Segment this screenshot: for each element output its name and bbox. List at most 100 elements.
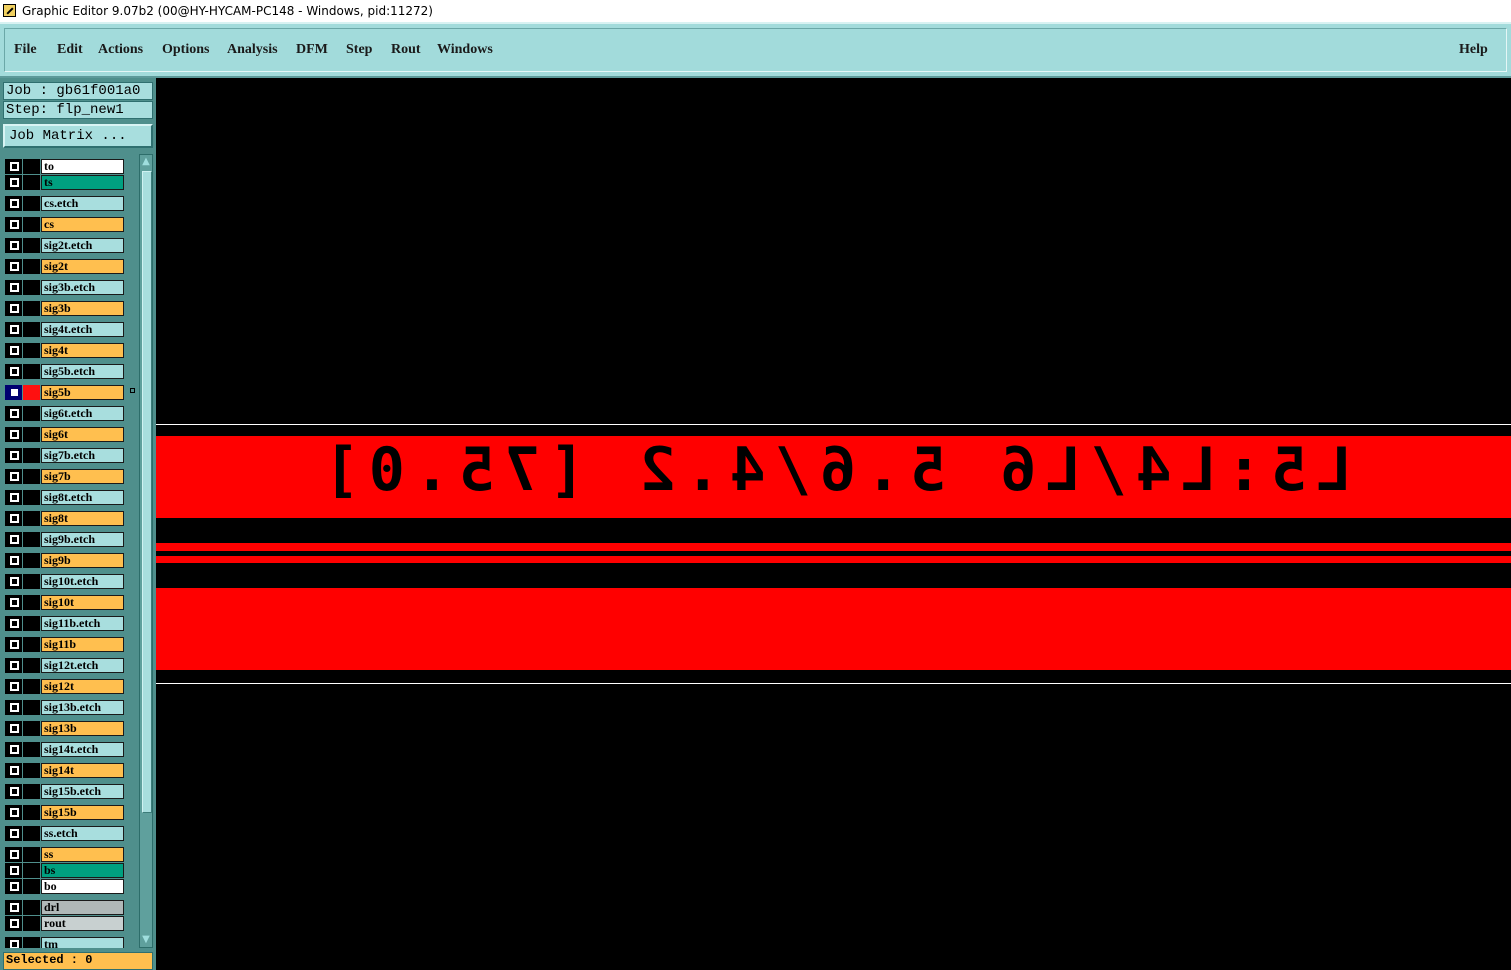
layer-checkbox[interactable] xyxy=(5,196,22,211)
layer-checkbox[interactable] xyxy=(5,280,22,295)
layer-name[interactable]: sig2t.etch xyxy=(41,238,124,253)
work-layer-indicator[interactable] xyxy=(23,937,40,948)
work-layer-indicator[interactable] xyxy=(23,784,40,799)
menu-help[interactable]: Help xyxy=(1459,42,1488,58)
work-layer-indicator[interactable] xyxy=(23,658,40,673)
layer-checkbox[interactable] xyxy=(5,847,22,862)
layer-row[interactable]: sig8t xyxy=(3,510,137,528)
work-layer-indicator[interactable] xyxy=(23,490,40,505)
layer-name[interactable]: sig12t xyxy=(41,679,124,694)
work-layer-indicator[interactable] xyxy=(23,595,40,610)
layer-name[interactable]: sig13b xyxy=(41,721,124,736)
layer-checkbox[interactable] xyxy=(5,937,22,948)
layer-checkbox[interactable] xyxy=(5,532,22,547)
layer-checkbox[interactable] xyxy=(5,238,22,253)
work-layer-indicator[interactable] xyxy=(23,847,40,862)
layer-name[interactable]: sig10t.etch xyxy=(41,574,124,589)
layer-row[interactable]: sig10t xyxy=(3,594,137,612)
layer-checkbox[interactable] xyxy=(5,574,22,589)
layer-row[interactable]: sig9b xyxy=(3,552,137,570)
layer-checkbox[interactable] xyxy=(5,553,22,568)
layer-row[interactable]: rout xyxy=(3,915,137,933)
layer-list-scrollbar[interactable]: ▲ ▼ xyxy=(139,154,153,948)
layer-checkbox[interactable] xyxy=(5,159,22,174)
layer-name[interactable]: sig5b.etch xyxy=(41,364,124,379)
layer-checkbox[interactable] xyxy=(5,406,22,421)
layer-row[interactable]: sig14t.etch xyxy=(3,741,137,759)
work-layer-indicator[interactable] xyxy=(23,721,40,736)
work-layer-indicator[interactable] xyxy=(23,679,40,694)
layer-name[interactable]: bo xyxy=(41,879,124,894)
layer-checkbox[interactable] xyxy=(5,217,22,232)
work-layer-indicator[interactable] xyxy=(23,322,40,337)
layer-checkbox[interactable] xyxy=(5,175,22,190)
layer-checkbox[interactable] xyxy=(5,658,22,673)
work-layer-indicator[interactable] xyxy=(23,196,40,211)
menu-file[interactable]: File xyxy=(14,42,37,58)
job-matrix-button[interactable]: Job Matrix ... xyxy=(3,124,153,148)
work-layer-indicator[interactable] xyxy=(23,553,40,568)
layer-row[interactable]: cs xyxy=(3,216,137,234)
layer-name[interactable]: sig9b.etch xyxy=(41,532,124,547)
layer-checkbox[interactable] xyxy=(5,700,22,715)
layer-row[interactable]: sig2t xyxy=(3,258,137,276)
layer-checkbox[interactable] xyxy=(5,763,22,778)
layer-row[interactable]: sig5b.etch xyxy=(3,363,137,381)
work-layer-indicator[interactable] xyxy=(23,863,40,878)
layer-checkbox[interactable] xyxy=(5,595,22,610)
work-layer-indicator[interactable] xyxy=(23,427,40,442)
work-layer-indicator[interactable] xyxy=(23,879,40,894)
layer-name[interactable]: sig8t.etch xyxy=(41,490,124,505)
layer-name[interactable]: sig7b.etch xyxy=(41,448,124,463)
layer-checkbox[interactable] xyxy=(5,616,22,631)
layer-checkbox[interactable] xyxy=(5,448,22,463)
layer-row[interactable]: tm xyxy=(3,936,137,948)
work-layer-indicator[interactable] xyxy=(23,385,40,400)
work-layer-indicator[interactable] xyxy=(23,301,40,316)
layer-checkbox[interactable] xyxy=(5,805,22,820)
work-layer-indicator[interactable] xyxy=(23,238,40,253)
layer-checkbox[interactable] xyxy=(5,322,22,337)
layer-row[interactable]: sig15b.etch xyxy=(3,783,137,801)
layer-name[interactable]: cs.etch xyxy=(41,196,124,211)
work-layer-indicator[interactable] xyxy=(23,805,40,820)
layer-row[interactable]: sig14t xyxy=(3,762,137,780)
layer-name[interactable]: ss xyxy=(41,847,124,862)
work-layer-indicator[interactable] xyxy=(23,159,40,174)
menu-analysis[interactable]: Analysis xyxy=(227,42,278,58)
layer-checkbox[interactable] xyxy=(5,301,22,316)
scrollbar-thumb[interactable] xyxy=(142,171,152,813)
layer-row[interactable]: sig13b xyxy=(3,720,137,738)
layer-name[interactable]: sig7b xyxy=(41,469,124,484)
layer-checkbox[interactable] xyxy=(5,916,22,931)
layer-row[interactable]: sig4t xyxy=(3,342,137,360)
menu-dfm[interactable]: DFM xyxy=(296,42,328,58)
layer-row[interactable]: sig3b.etch xyxy=(3,279,137,297)
layer-name[interactable]: sig12t.etch xyxy=(41,658,124,673)
work-layer-indicator[interactable] xyxy=(23,532,40,547)
menu-options[interactable]: Options xyxy=(162,42,209,58)
layer-name[interactable]: sig6t.etch xyxy=(41,406,124,421)
layer-row[interactable]: sig6t.etch xyxy=(3,405,137,423)
work-layer-indicator[interactable] xyxy=(23,469,40,484)
layer-row[interactable]: sig13b.etch xyxy=(3,699,137,717)
work-layer-indicator[interactable] xyxy=(23,637,40,652)
layer-row[interactable]: sig5b xyxy=(3,384,137,402)
layer-checkbox[interactable] xyxy=(5,427,22,442)
layer-name[interactable]: sig11b.etch xyxy=(41,616,124,631)
scroll-down-icon[interactable]: ▼ xyxy=(141,935,151,945)
layer-name[interactable]: sig8t xyxy=(41,511,124,526)
layer-row[interactable]: ts xyxy=(3,174,137,192)
layer-name[interactable]: sig4t.etch xyxy=(41,322,124,337)
work-layer-indicator[interactable] xyxy=(23,343,40,358)
layer-row[interactable]: sig10t.etch xyxy=(3,573,137,591)
layer-row[interactable]: sig3b xyxy=(3,300,137,318)
layer-name[interactable]: sig2t xyxy=(41,259,124,274)
work-layer-indicator[interactable] xyxy=(23,280,40,295)
layer-row[interactable]: sig9b.etch xyxy=(3,531,137,549)
menu-actions[interactable]: Actions xyxy=(98,42,143,58)
menu-windows[interactable]: Windows xyxy=(437,42,493,58)
layer-name[interactable]: cs xyxy=(41,217,124,232)
work-layer-indicator[interactable] xyxy=(23,511,40,526)
layer-name[interactable]: drl xyxy=(41,900,124,915)
